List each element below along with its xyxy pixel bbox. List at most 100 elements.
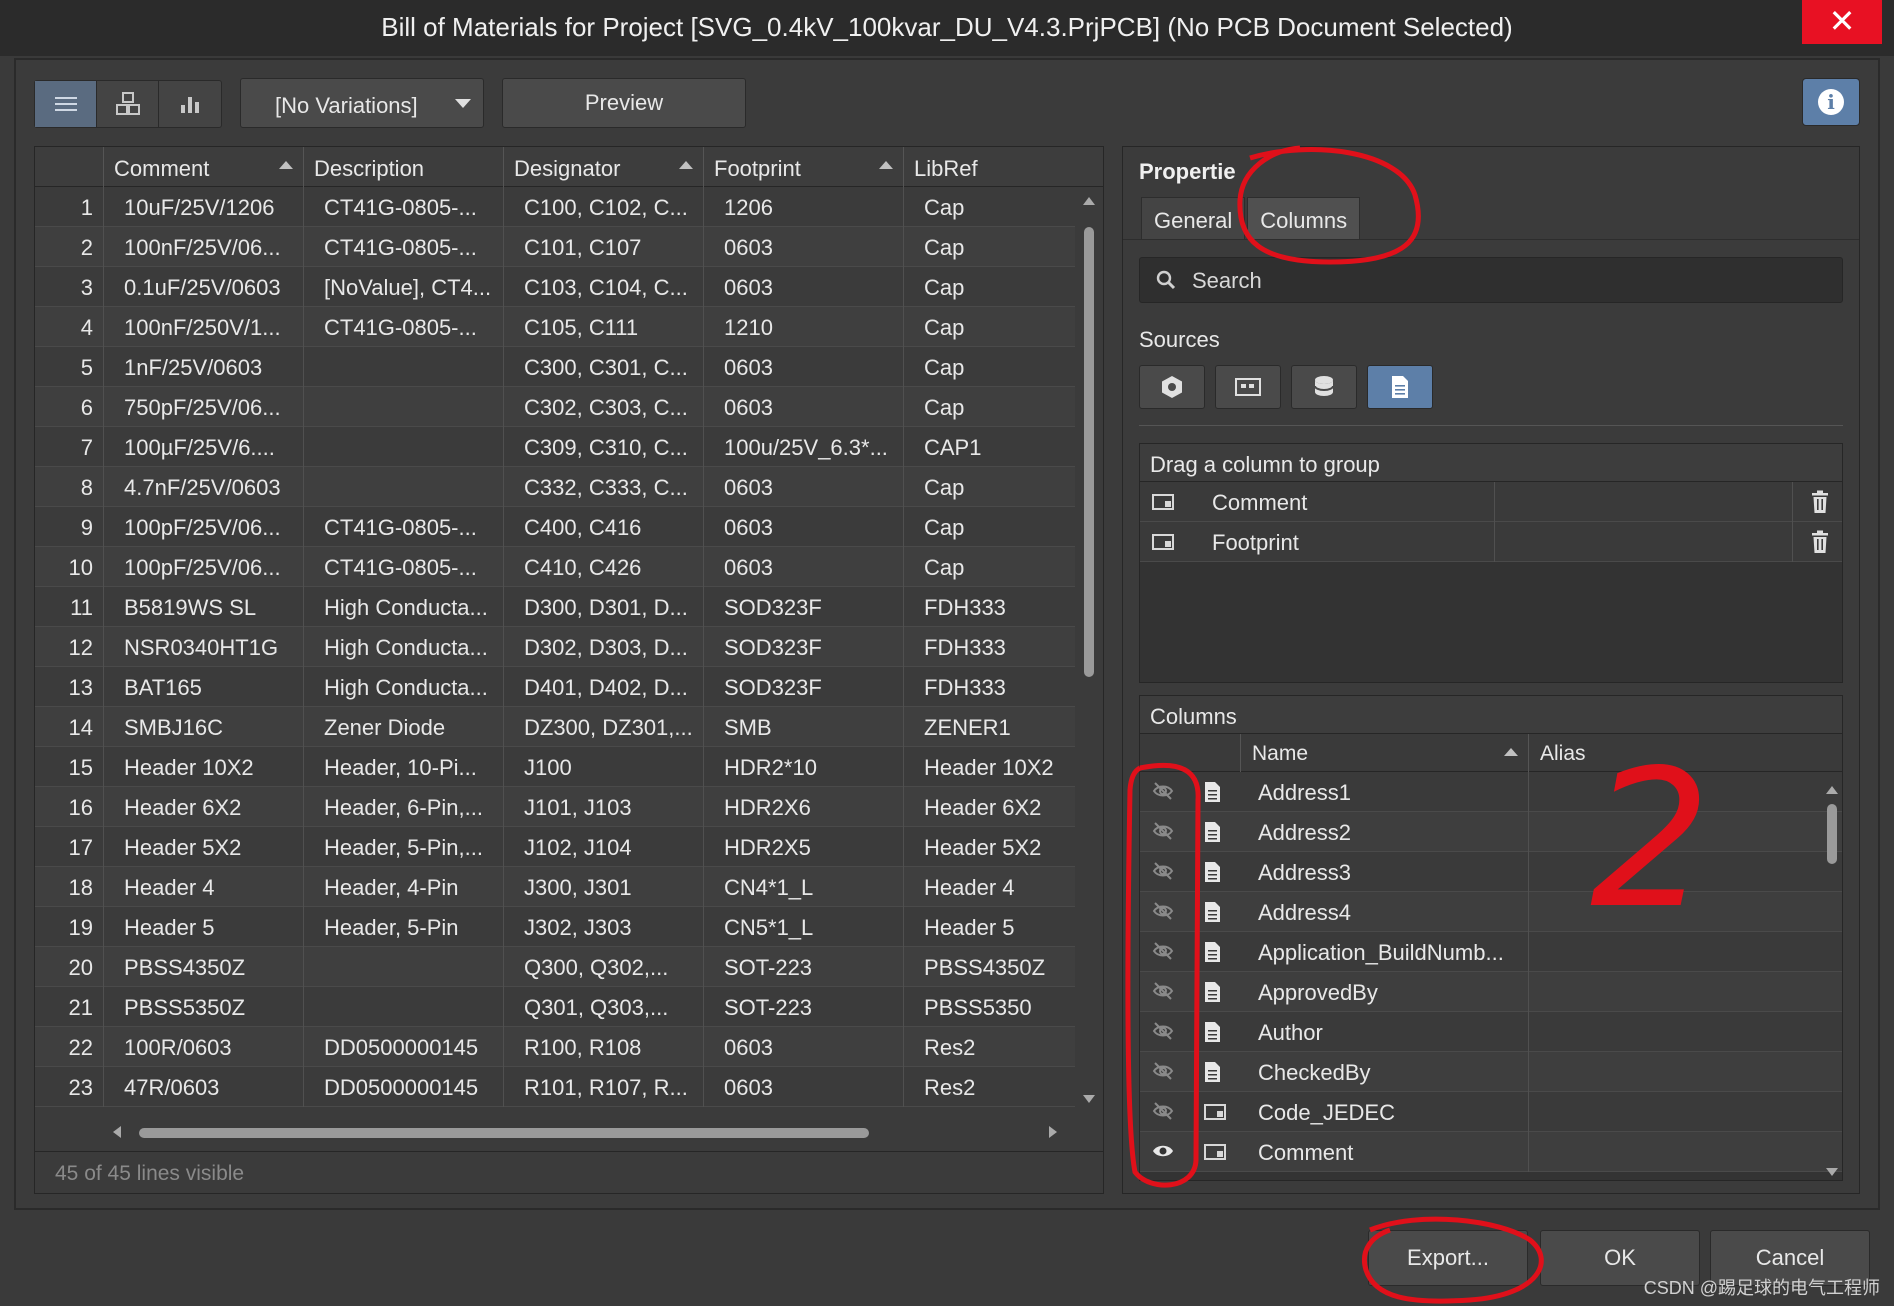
preview-button[interactable]: Preview: [502, 78, 746, 128]
table-row[interactable]: 8 4.7nF/25V/0603 C332, C333, C... 0603 Cap: [35, 467, 1075, 507]
table-row[interactable]: 4 100nF/250V/1... CT41G-0805-... C105, C111…: [35, 307, 1075, 347]
scroll-right-icon[interactable]: [1049, 1126, 1057, 1138]
eye-off-icon[interactable]: [1152, 1020, 1174, 1048]
trash-icon[interactable]: [1810, 530, 1830, 554]
table-row[interactable]: 16 Header 6X2 Header, 6-Pin,... J101, J103 H…: [35, 787, 1075, 827]
table-row[interactable]: 15 Header 10X2 Header, 10-Pi... J100 HDR2*10…: [35, 747, 1075, 787]
column-item[interactable]: CheckedBy: [1140, 1052, 1842, 1092]
table-row[interactable]: 5 1nF/25V/0603 C300, C301, C... 0603 Cap: [35, 347, 1075, 387]
document-icon: [1204, 821, 1222, 849]
group-by-box[interactable]: Drag a column to group Comment Footprint: [1139, 443, 1843, 683]
source-documents-button[interactable]: [1367, 365, 1433, 409]
chart-view-button[interactable]: [159, 81, 221, 127]
eye-off-icon[interactable]: [1152, 900, 1174, 928]
table-cell: [303, 467, 503, 507]
trash-icon[interactable]: [1810, 490, 1830, 514]
column-item[interactable]: Address3: [1140, 852, 1842, 892]
columns-scrollbar[interactable]: [1824, 786, 1840, 1176]
column-item[interactable]: Author: [1140, 1012, 1842, 1052]
table-cell: SOD323F: [703, 667, 903, 707]
horizontal-scrollbar[interactable]: [111, 1125, 1057, 1141]
scroll-thumb[interactable]: [139, 1128, 869, 1138]
table-row[interactable]: 11 B5819WS SL High Conducta... D300, D301, …: [35, 587, 1075, 627]
tab-columns[interactable]: Columns: [1247, 197, 1361, 239]
table-row[interactable]: 10 100pF/25V/06... CT41G-0805-... C410, C42…: [35, 547, 1075, 587]
export-button[interactable]: Export...: [1368, 1230, 1528, 1286]
variations-dropdown[interactable]: [No Variations]: [240, 78, 484, 128]
scroll-up-icon[interactable]: [1826, 786, 1838, 794]
table-row[interactable]: 2 100nF/25V/06... CT41G-0805-... C101, C107…: [35, 227, 1075, 267]
flat-view-button[interactable]: [35, 81, 97, 127]
table-row[interactable]: 6 750pF/25V/06... C302, C303, C... 0603 Cap: [35, 387, 1075, 427]
table-cell: Header 5: [103, 907, 303, 947]
column-header-alias[interactable]: Alias: [1540, 742, 1586, 766]
scroll-up-icon[interactable]: [1083, 197, 1095, 205]
table-row[interactable]: 1 10uF/25V/1206 CT41G-0805-... C100, C102, …: [35, 187, 1075, 227]
row-number: 11: [70, 595, 93, 620]
eye-off-icon[interactable]: [1152, 860, 1174, 888]
eye-off-icon[interactable]: [1152, 1060, 1174, 1088]
table-row[interactable]: 19 Header 5 Header, 5-Pin J302, J303 CN5*1_L…: [35, 907, 1075, 947]
table-row[interactable]: 21 PBSS5350Z Q301, Q303,... SOT-223 PBSS5350: [35, 987, 1075, 1027]
group-item-comment[interactable]: Comment: [1140, 482, 1842, 522]
row-number: 13: [68, 675, 93, 700]
table-row[interactable]: 12 NSR0340HT1G High Conducta... D302, D303,…: [35, 627, 1075, 667]
table-row[interactable]: 9 100pF/25V/06... CT41G-0805-... C400, C416…: [35, 507, 1075, 547]
column-item[interactable]: ApprovedBy: [1140, 972, 1842, 1012]
table-cell: SMBJ16C: [103, 707, 303, 747]
row-number: 22: [68, 1035, 93, 1060]
document-icon: [1392, 376, 1408, 398]
column-header-footprint[interactable]: Footprint: [703, 147, 903, 187]
scroll-left-icon[interactable]: [113, 1126, 121, 1138]
table-row[interactable]: 17 Header 5X2 Header, 5-Pin,... J102, J104 H…: [35, 827, 1075, 867]
column-item[interactable]: Comment: [1140, 1132, 1842, 1172]
column-item[interactable]: Address2: [1140, 812, 1842, 852]
close-button[interactable]: ✕: [1802, 0, 1882, 44]
document-icon: [1204, 861, 1222, 889]
document-icon: [1204, 1061, 1222, 1089]
column-item[interactable]: Code_JEDEC: [1140, 1092, 1842, 1132]
table-row[interactable]: 3 0.1uF/25V/0603 [NoValue], CT4... C103, C1…: [35, 267, 1075, 307]
scroll-thumb[interactable]: [1827, 804, 1837, 864]
scroll-down-icon[interactable]: [1826, 1168, 1838, 1176]
base-view-button[interactable]: [97, 81, 159, 127]
source-components-button[interactable]: [1139, 365, 1205, 409]
column-header-name[interactable]: Name: [1252, 742, 1308, 766]
table-cell: C302, C303, C...: [503, 387, 703, 427]
table-row[interactable]: 7 100µF/25V/6.... C309, C310, C... 100u/25V…: [35, 427, 1075, 467]
table-cell: CAP1: [903, 427, 1075, 467]
scroll-thumb[interactable]: [1084, 227, 1094, 677]
search-input[interactable]: Search: [1139, 257, 1843, 303]
column-header-comment[interactable]: Comment: [103, 147, 303, 187]
eye-off-icon[interactable]: [1152, 980, 1174, 1008]
column-header-designator[interactable]: Designator: [503, 147, 703, 187]
columns-header: Columns: [1140, 696, 1842, 734]
table-row[interactable]: 14 SMBJ16C Zener Diode DZ300, DZ301,... SMB Z…: [35, 707, 1075, 747]
table-row[interactable]: 18 Header 4 Header, 4-Pin J300, J301 CN4*1_L…: [35, 867, 1075, 907]
table-row[interactable]: 20 PBSS4350Z Q300, Q302,... SOT-223 PBSS4350…: [35, 947, 1075, 987]
eye-icon[interactable]: [1152, 1140, 1174, 1168]
column-item[interactable]: Application_BuildNumb...: [1140, 932, 1842, 972]
vertical-scrollbar[interactable]: [1081, 193, 1097, 1103]
eye-off-icon[interactable]: [1152, 940, 1174, 968]
source-pcb-button[interactable]: [1215, 365, 1281, 409]
table-cell: 47R/0603: [103, 1067, 303, 1107]
eye-off-icon[interactable]: [1152, 820, 1174, 848]
variations-value: [No Variations]: [275, 93, 418, 118]
scroll-down-icon[interactable]: [1083, 1095, 1095, 1103]
group-item-footprint[interactable]: Footprint: [1140, 522, 1842, 562]
column-header-libref[interactable]: LibRef: [903, 147, 1103, 187]
column-header-description[interactable]: Description: [303, 147, 503, 187]
table-row[interactable]: 22 100R/0603 DD0500000145 R100, R108 0603 Res…: [35, 1027, 1075, 1067]
column-item[interactable]: Address4: [1140, 892, 1842, 932]
table-row[interactable]: 13 BAT165 High Conducta... D401, D402, D...…: [35, 667, 1075, 707]
info-button[interactable]: i: [1802, 78, 1860, 126]
column-item[interactable]: Address1: [1140, 772, 1842, 812]
tab-general[interactable]: General: [1141, 197, 1246, 239]
table-row[interactable]: 23 47R/0603 DD0500000145 R101, R107, R... 06…: [35, 1067, 1075, 1107]
pcb-source-icon: [1235, 378, 1261, 396]
eye-off-icon[interactable]: [1152, 780, 1174, 808]
source-database-button[interactable]: [1291, 365, 1357, 409]
table-cell: Header, 4-Pin: [303, 867, 503, 907]
eye-off-icon[interactable]: [1152, 1100, 1174, 1128]
